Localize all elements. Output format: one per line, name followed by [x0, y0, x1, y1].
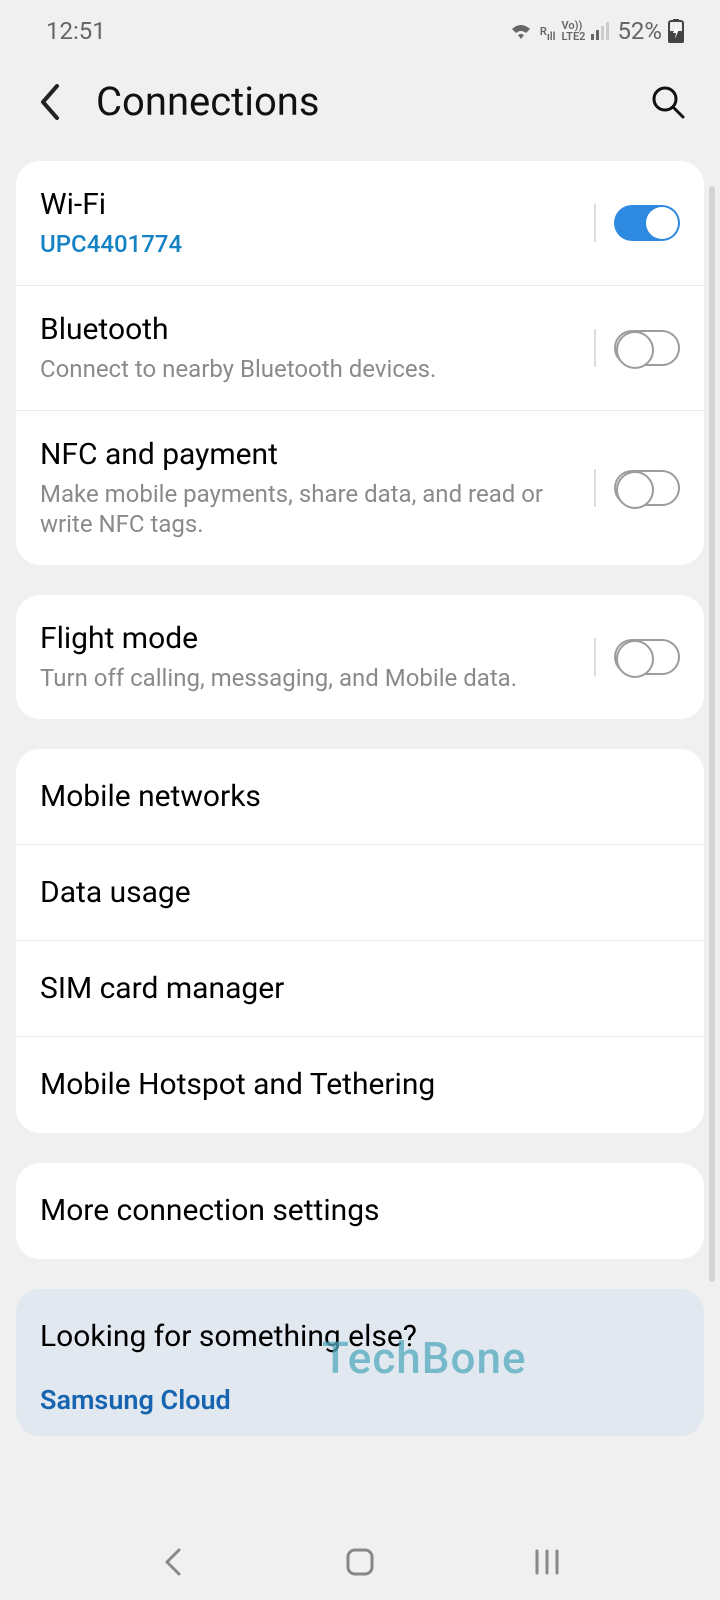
scroll-indicator[interactable] [709, 186, 715, 1282]
status-time: 12:51 [46, 17, 106, 45]
volte-signal-icon: Vo)) LTE2 [562, 20, 586, 42]
mobile-networks-title: Mobile networks [40, 779, 261, 815]
chevron-left-icon [39, 84, 61, 120]
content: Wi-Fi UPC4401774 Bluetooth Connect to ne… [0, 161, 720, 1259]
nfc-row[interactable]: NFC and payment Make mobile payments, sh… [16, 411, 704, 565]
battery-percent: 52% [617, 17, 662, 45]
search-button[interactable] [646, 80, 690, 124]
hotspot-title: Mobile Hotspot and Tethering [40, 1067, 435, 1103]
more-settings-row[interactable]: More connection settings [16, 1163, 704, 1259]
wifi-title: Wi-Fi [40, 187, 584, 223]
separator [594, 204, 596, 242]
separator [594, 329, 596, 367]
nav-recents-button[interactable] [517, 1532, 577, 1592]
wifi-row[interactable]: Wi-Fi UPC4401774 [16, 161, 704, 286]
bluetooth-toggle[interactable] [614, 330, 680, 366]
flight-mode-row[interactable]: Flight mode Turn off calling, messaging,… [16, 595, 704, 719]
back-button[interactable] [30, 82, 70, 122]
bluetooth-row[interactable]: Bluetooth Connect to nearby Bluetooth de… [16, 286, 704, 411]
header: Connections [0, 62, 720, 161]
sim-manager-row[interactable]: SIM card manager [16, 941, 704, 1037]
nav-home-button[interactable] [330, 1532, 390, 1592]
sim-manager-title: SIM card manager [40, 971, 284, 1007]
hotspot-row[interactable]: Mobile Hotspot and Tethering [16, 1037, 704, 1133]
nav-back-button[interactable] [143, 1532, 203, 1592]
samsung-cloud-link[interactable]: Samsung Cloud [40, 1384, 680, 1416]
nfc-title: NFC and payment [40, 437, 584, 473]
wifi-icon [508, 21, 534, 41]
data-usage-row[interactable]: Data usage [16, 845, 704, 941]
flight-mode-card: Flight mode Turn off calling, messaging,… [16, 595, 704, 719]
wifi-toggle[interactable] [614, 205, 680, 241]
home-icon [345, 1547, 375, 1577]
status-right: Rıll Vo)) LTE2 52% [508, 17, 684, 45]
status-bar: 12:51 Rıll Vo)) LTE2 52% [0, 0, 720, 62]
roaming-signal-icon: Rıll [540, 20, 556, 42]
flight-mode-subtitle: Turn off calling, messaging, and Mobile … [40, 663, 584, 693]
separator [594, 469, 596, 507]
more-settings-title: More connection settings [40, 1193, 380, 1229]
navigation-bar [0, 1524, 720, 1600]
wifi-network-name: UPC4401774 [40, 229, 584, 259]
flight-mode-title: Flight mode [40, 621, 584, 657]
mobile-networks-row[interactable]: Mobile networks [16, 749, 704, 845]
network-card: Mobile networks Data usage SIM card mana… [16, 749, 704, 1133]
data-usage-title: Data usage [40, 875, 191, 911]
search-icon [650, 84, 686, 120]
page-title: Connections [96, 78, 620, 125]
connectivity-card: Wi-Fi UPC4401774 Bluetooth Connect to ne… [16, 161, 704, 565]
separator [594, 638, 596, 676]
watermark: TechBone [322, 1332, 527, 1384]
recents-icon [533, 1549, 561, 1575]
bluetooth-title: Bluetooth [40, 312, 584, 348]
bluetooth-subtitle: Connect to nearby Bluetooth devices. [40, 354, 584, 384]
more-settings-card: More connection settings [16, 1163, 704, 1259]
chevron-left-icon [161, 1548, 185, 1576]
flight-mode-toggle[interactable] [614, 639, 680, 675]
battery-charging-icon [668, 19, 684, 43]
nfc-subtitle: Make mobile payments, share data, and re… [40, 479, 584, 539]
signal-bars-icon [591, 22, 611, 40]
nfc-toggle[interactable] [614, 470, 680, 506]
